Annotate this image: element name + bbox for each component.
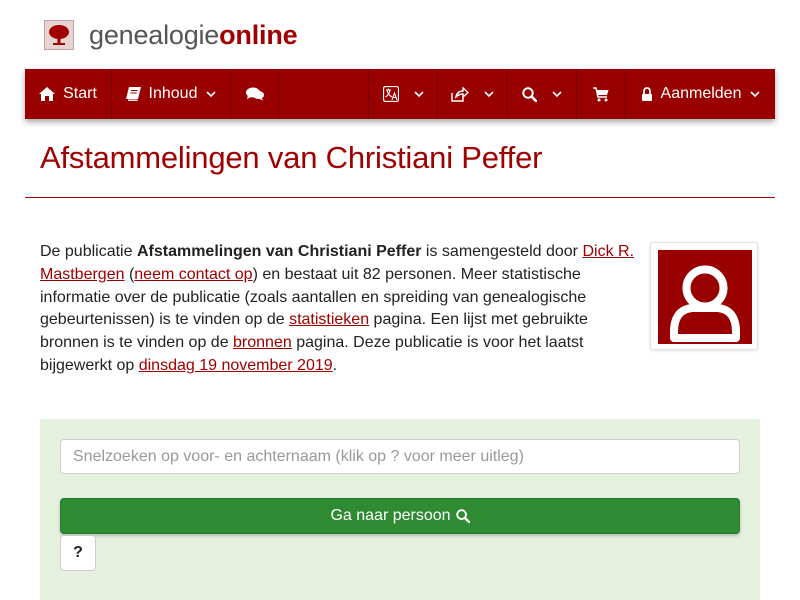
intro-text: is samengesteld door [421, 243, 583, 260]
page-title: Afstammelingen van Christiani Peffer [40, 140, 543, 175]
site-logo[interactable]: genealogieonline [44, 18, 298, 52]
book-icon [125, 87, 141, 101]
site-name: genealogieonline [89, 19, 298, 51]
nav-cart[interactable] [577, 69, 626, 119]
tree-logo-icon [44, 20, 74, 50]
nav-share[interactable] [438, 69, 508, 119]
publication-name: Afstammelingen van Christiani Peffer [136, 243, 422, 260]
quick-search-panel: Snelzoeken op voor- en achternaam (klik … [40, 419, 760, 600]
nav-inhoud[interactable]: Inhoud [112, 69, 231, 119]
quick-search-input[interactable]: Snelzoeken op voor- en achternaam (klik … [60, 439, 740, 474]
nav-language[interactable] [368, 69, 438, 119]
nav-aanmelden-label: Aanmelden [660, 85, 742, 102]
user-icon [670, 265, 740, 342]
go-to-person-label: Ga naar persoon [330, 507, 451, 524]
share-icon [451, 86, 469, 102]
cart-icon [593, 86, 609, 101]
nav-start-label: Start [63, 85, 97, 102]
chevron-down-icon [552, 90, 562, 97]
chevron-down-icon [750, 90, 761, 97]
sources-link[interactable]: bronnen [233, 334, 292, 351]
intro-text: . [332, 356, 338, 374]
search-icon [455, 509, 470, 523]
search-icon [522, 86, 537, 102]
contact-link[interactable]: neem contact op [134, 266, 252, 283]
nav-inhoud-label: Inhoud [148, 85, 198, 102]
publication-intro: De publicatie Afstammelingen van Christi… [40, 241, 638, 378]
last-updated-link[interactable]: dinsdag 19 november 2019 [139, 357, 333, 374]
home-icon [39, 87, 56, 101]
language-icon [382, 86, 399, 102]
nav-forum[interactable] [231, 69, 279, 119]
nav-aanmelden[interactable]: Aanmelden [626, 69, 775, 119]
site-name-part2: online [219, 19, 298, 50]
intro-text: De publicatie [40, 243, 137, 260]
chevron-down-icon [484, 90, 494, 97]
comments-icon [245, 87, 264, 101]
nav-search[interactable] [508, 69, 577, 119]
chevron-down-icon [413, 90, 424, 97]
intro-text: ( [124, 265, 135, 283]
title-divider [25, 197, 775, 198]
search-help-button[interactable]: ? [60, 535, 96, 571]
go-to-person-button[interactable]: Ga naar persoon [60, 498, 740, 534]
chevron-down-icon [206, 90, 217, 97]
main-navbar: Start Inhoud Aanmelden [25, 69, 775, 119]
lock-icon [641, 86, 652, 101]
avatar [658, 250, 752, 344]
nav-start[interactable]: Start [25, 69, 112, 119]
statistics-link[interactable]: statistieken [289, 311, 369, 328]
site-name-part1: genealogie [89, 19, 220, 50]
author-avatar-frame[interactable] [650, 242, 758, 350]
